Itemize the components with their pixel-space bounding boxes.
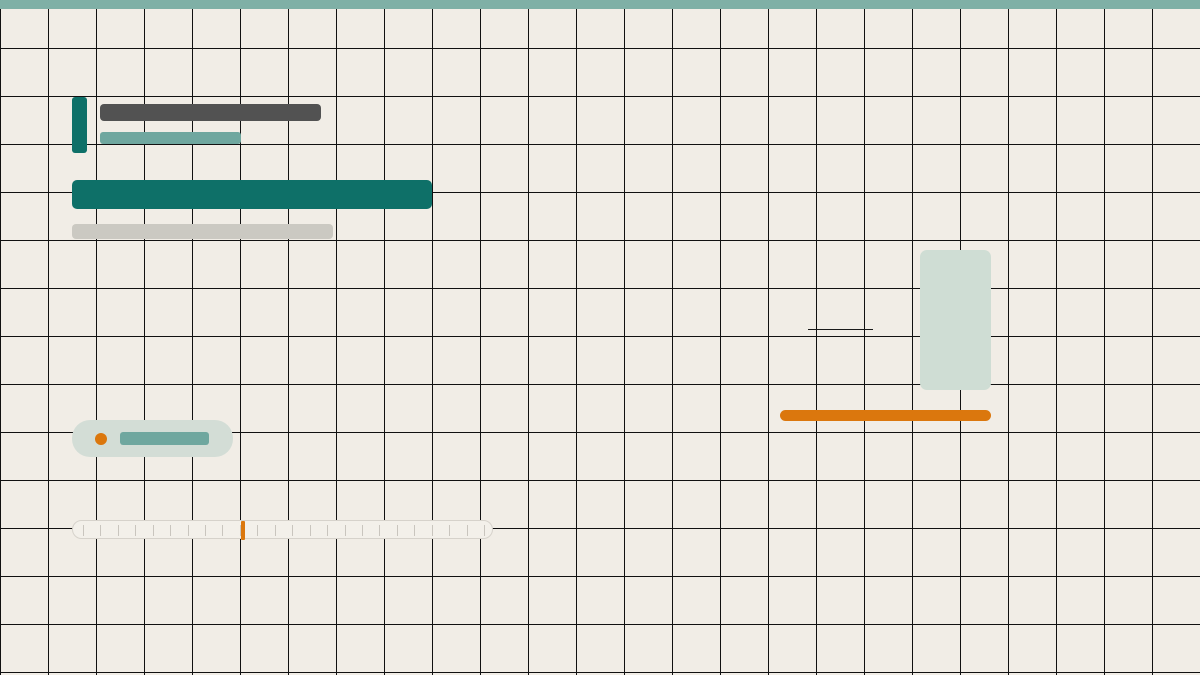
ruler-tick — [205, 525, 207, 536]
primary-action-button[interactable] — [72, 180, 432, 209]
canvas-grid — [0, 0, 1200, 675]
ruler-tick — [361, 525, 363, 536]
caption-placeholder — [72, 224, 333, 239]
ruler-tick — [135, 525, 137, 536]
divider-line — [808, 329, 873, 330]
ruler-slider[interactable] — [72, 520, 493, 540]
top-accent-strip — [0, 0, 1200, 9]
page-title-placeholder — [100, 104, 321, 121]
page-subtitle-placeholder — [100, 132, 241, 144]
ruler-tick — [344, 525, 346, 536]
ruler-tick — [449, 525, 451, 536]
ruler-tick — [327, 525, 329, 536]
ruler-tick — [466, 525, 468, 536]
status-chip-label-placeholder — [120, 432, 209, 445]
progress-bar-accent — [780, 410, 991, 421]
ruler-tick — [309, 525, 311, 536]
ruler-tick — [274, 525, 276, 536]
ruler-tick — [187, 525, 189, 536]
ruler-tick — [431, 525, 433, 536]
ruler-tick — [152, 525, 154, 536]
ruler-tick — [379, 525, 381, 536]
ruler-tick — [257, 525, 259, 536]
ruler-tick — [396, 525, 398, 536]
status-dot-icon — [95, 433, 107, 445]
ruler-tick — [100, 525, 102, 536]
ruler-tick — [292, 525, 294, 536]
ruler-tick — [222, 525, 224, 536]
ruler-tick — [117, 525, 119, 536]
ruler-tick — [83, 525, 84, 536]
header-accent-bar — [72, 97, 87, 153]
slider-handle[interactable] — [241, 521, 246, 540]
ruler-tick — [484, 525, 485, 536]
side-card — [920, 250, 991, 390]
ruler-tick — [414, 525, 416, 536]
ruler-tick — [170, 525, 172, 536]
